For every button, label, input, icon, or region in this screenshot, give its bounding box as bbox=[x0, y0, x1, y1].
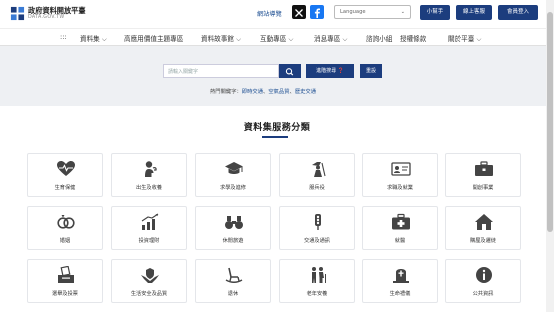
nav-item-advisory[interactable]: 諮詢小組 bbox=[366, 33, 392, 43]
facebook-icon[interactable] bbox=[310, 5, 324, 19]
logo-mark-icon bbox=[10, 6, 25, 21]
baby-icon bbox=[145, 161, 157, 177]
category-label: 就醫 bbox=[394, 238, 406, 244]
category-card[interactable]: 選舉及投票 bbox=[27, 259, 103, 303]
hot-keyword-link[interactable]: 即時交通 bbox=[242, 89, 263, 95]
nav-item-about[interactable]: 關於平臺 ⌵ bbox=[448, 33, 481, 44]
nav-item-high-value[interactable]: 高應用價值主題專區 bbox=[124, 33, 183, 43]
category-card[interactable]: 生活安全及品質 bbox=[111, 259, 187, 303]
category-label: 服兵役 bbox=[309, 185, 325, 191]
search-button[interactable] bbox=[279, 64, 301, 78]
category-label: 投資理財 bbox=[138, 238, 160, 244]
main-nav: ::: 資料集 ⌵ 高應用價值主題專區 資料故事館 ⌵ 互動專區 ⌵ 消息專區 … bbox=[0, 28, 554, 46]
heartbeat-icon bbox=[57, 161, 75, 176]
category-label: 生育保健 bbox=[54, 185, 76, 191]
hot-keyword-link[interactable]: 空氣品質 bbox=[268, 89, 289, 95]
category-card[interactable]: 求學及進修 bbox=[195, 153, 271, 197]
binoculars-icon bbox=[225, 216, 243, 229]
category-card[interactable]: 服兵役 bbox=[279, 153, 355, 197]
nav-item-stories[interactable]: 資料故事館 ⌵ bbox=[201, 33, 241, 44]
category-label: 生活安全及品質 bbox=[130, 291, 168, 297]
elderly-couple-icon bbox=[312, 267, 326, 283]
sitemap-link[interactable]: 網站導覽 bbox=[257, 9, 282, 18]
tombstone-icon bbox=[393, 269, 409, 283]
category-label: 選舉及投票 bbox=[52, 291, 78, 297]
logo-subtitle: DATA.GOV.TW bbox=[28, 15, 65, 20]
site-logo[interactable]: 政府資料開放平臺 DATA.GOV.TW bbox=[10, 5, 100, 23]
category-card[interactable]: 生育保健 bbox=[27, 153, 103, 197]
soldier-icon bbox=[312, 162, 326, 177]
x-twitter-icon[interactable] bbox=[292, 5, 306, 19]
language-select[interactable]: Language ⌄ bbox=[334, 5, 411, 19]
category-label: 出生及收養 bbox=[136, 185, 162, 191]
growth-chart-icon bbox=[141, 213, 159, 230]
member-login-button[interactable]: 會員登入 bbox=[498, 5, 538, 20]
rocking-chair-icon bbox=[225, 267, 243, 283]
rings-icon bbox=[57, 215, 75, 229]
category-card[interactable]: 婚姻 bbox=[27, 206, 103, 250]
category-label: 求學及進修 bbox=[220, 185, 246, 191]
house-icon bbox=[475, 214, 493, 230]
category-label: 休閒旅遊 bbox=[222, 238, 244, 244]
search-input[interactable]: 請輸入關鍵字 bbox=[163, 64, 279, 78]
id-card-icon bbox=[391, 162, 411, 176]
advanced-search-button[interactable]: 進階搜尋 ❓ bbox=[306, 64, 354, 78]
category-label: 求職及就業 bbox=[387, 185, 413, 191]
hands-shield-icon bbox=[141, 268, 159, 283]
section-title: 資料集服務分類 bbox=[243, 123, 311, 133]
search-icon bbox=[285, 68, 294, 76]
category-card[interactable]: 退休 bbox=[195, 259, 271, 303]
category-label: 生命禮儀 bbox=[389, 291, 411, 297]
nav-item-license[interactable]: 授權條款 bbox=[400, 33, 426, 43]
briefcase-icon bbox=[475, 161, 493, 176]
menu-icon[interactable]: ::: bbox=[60, 33, 67, 41]
category-card[interactable]: 購屋及遷徙 bbox=[445, 206, 521, 250]
nav-item-datasets[interactable]: 資料集 ⌵ bbox=[80, 33, 107, 44]
category-card[interactable]: 求職及就業 bbox=[362, 153, 438, 197]
category-card[interactable]: 就醫 bbox=[362, 206, 438, 250]
category-card[interactable]: 休閒旅遊 bbox=[195, 206, 271, 250]
reset-button[interactable]: 重設 bbox=[360, 64, 382, 78]
nav-item-news[interactable]: 消息專區 ⌵ bbox=[314, 33, 347, 44]
graduation-cap-icon bbox=[225, 162, 243, 174]
category-card[interactable]: 出生及收養 bbox=[111, 153, 187, 197]
online-service-button[interactable]: 線上客服 bbox=[456, 5, 492, 20]
medical-kit-icon bbox=[392, 213, 410, 230]
chevron-down-icon: ⌄ bbox=[400, 9, 405, 15]
traffic-light-icon bbox=[315, 214, 321, 230]
ballot-box-icon bbox=[58, 266, 74, 283]
hot-keyword-link[interactable]: 歷史交通 bbox=[295, 89, 316, 95]
category-label: 公共資訊 bbox=[472, 291, 494, 297]
category-card[interactable]: 開創事業 bbox=[445, 153, 521, 197]
info-circle-icon bbox=[476, 267, 492, 283]
hot-keywords-prefix: 熱門關鍵字： bbox=[210, 89, 242, 95]
category-card[interactable]: 投資理財 bbox=[111, 206, 187, 250]
category-label: 開創事業 bbox=[472, 185, 494, 191]
category-label: 老年安養 bbox=[306, 291, 328, 297]
top-bar: 政府資料開放平臺 DATA.GOV.TW 網站導覽 Language ⌄ 小幫手… bbox=[0, 0, 554, 28]
search-section: 請輸入關鍵字 進階搜尋 ❓ 重設 熱門關鍵字：即時交通、空氣品質、歷史交通 bbox=[0, 46, 554, 106]
category-card[interactable]: 老年安養 bbox=[279, 259, 355, 303]
category-card[interactable]: 公共資訊 bbox=[445, 259, 521, 303]
category-card[interactable]: 交通及通訊 bbox=[279, 206, 355, 250]
helper-button[interactable]: 小幫手 bbox=[420, 5, 450, 20]
category-label: 婚姻 bbox=[59, 238, 71, 244]
search-placeholder: 請輸入關鍵字 bbox=[168, 69, 199, 75]
category-label: 購屋及遷徙 bbox=[470, 238, 496, 244]
nav-item-interactive[interactable]: 互動專區 ⌵ bbox=[260, 33, 293, 44]
title-underline bbox=[262, 136, 288, 138]
scrollbar-thumb[interactable] bbox=[547, 12, 553, 232]
hot-keywords: 熱門關鍵字：即時交通、空氣品質、歷史交通 bbox=[210, 87, 316, 95]
category-label: 退休 bbox=[227, 291, 239, 297]
category-card[interactable]: 生命禮儀 bbox=[362, 259, 438, 303]
category-label: 交通及通訊 bbox=[304, 238, 330, 244]
language-value: Language bbox=[340, 9, 366, 15]
